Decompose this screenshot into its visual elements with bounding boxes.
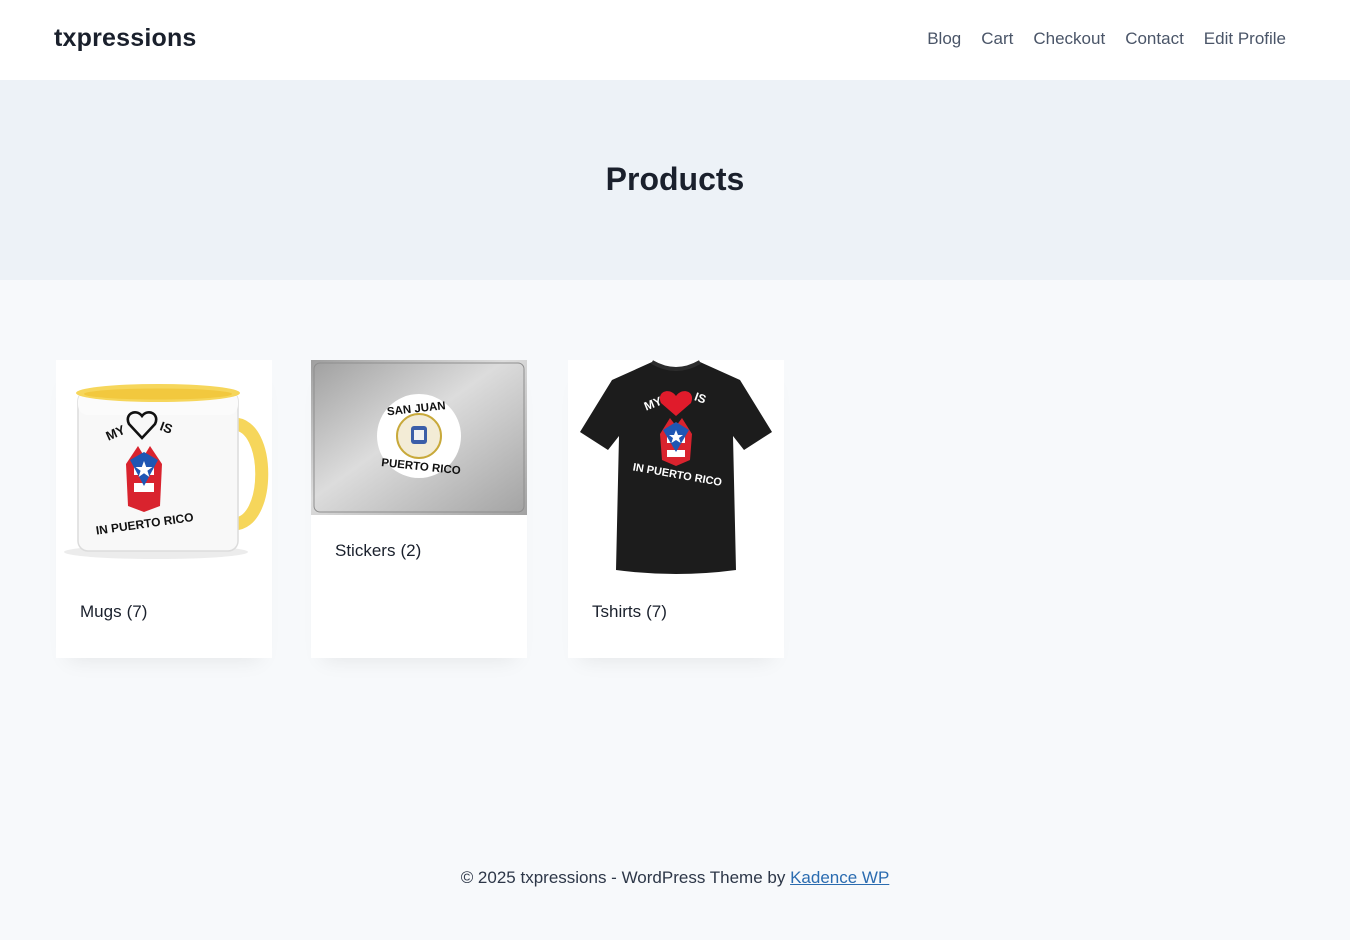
category-count: (7) [646, 602, 667, 621]
product-category-card-tshirts[interactable]: MY IS IN PUERTO RICO Tshirts (7) [568, 360, 784, 658]
product-category-label-tshirts: Tshirts (7) [592, 602, 667, 622]
footer-text: © 2025 txpressions - WordPress Theme by [460, 868, 786, 887]
nav-item-contact[interactable]: Contact [1125, 29, 1184, 49]
tshirt-image: MY IS IN PUERTO RICO [568, 360, 784, 576]
category-name: Mugs [80, 602, 122, 621]
product-category-card-mugs[interactable]: MY IS IN PUERTO RICO Mugs (7) [56, 360, 272, 658]
nav-item-cart[interactable]: Cart [981, 29, 1013, 49]
page-hero: Products [0, 80, 1350, 280]
footer-theme-link[interactable]: Kadence WP [790, 868, 889, 887]
nav-item-blog[interactable]: Blog [927, 29, 961, 49]
sticker-image: SAN JUAN PUERTO RICO [311, 360, 527, 515]
product-category-card-stickers[interactable]: SAN JUAN PUERTO RICO Stickers (2) [311, 360, 527, 658]
nav-item-edit-profile[interactable]: Edit Profile [1204, 29, 1286, 49]
site-footer: © 2025 txpressions - WordPress Theme by … [0, 868, 1350, 888]
site-header: txpressions Blog Cart Checkout Contact E… [0, 0, 1350, 80]
category-count: (7) [126, 602, 148, 621]
mug-image: MY IS IN PUERTO RICO [56, 360, 272, 576]
site-title-link[interactable]: txpressions [54, 24, 197, 53]
product-category-label-mugs: Mugs (7) [80, 602, 147, 622]
category-name: Tshirts [592, 602, 642, 621]
page-title: Products [605, 161, 745, 197]
category-name: Stickers [335, 541, 396, 560]
product-category-label-stickers: Stickers (2) [335, 541, 421, 561]
primary-navigation: Blog Cart Checkout Contact Edit Profile [927, 29, 1286, 49]
nav-item-checkout[interactable]: Checkout [1033, 29, 1105, 49]
category-count: (2) [400, 541, 422, 560]
